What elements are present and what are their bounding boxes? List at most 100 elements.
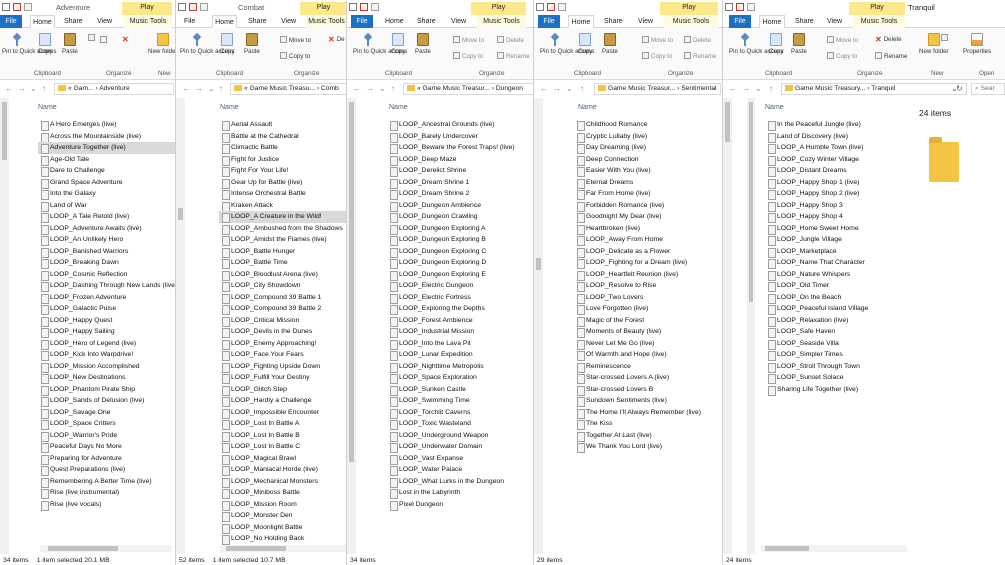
back-arrow-icon[interactable]: ← xyxy=(182,85,190,93)
nav-pane-scrollbar[interactable] xyxy=(176,98,185,554)
quick-access-toolbar[interactable] xyxy=(725,3,755,11)
tab-music-tools[interactable]: Music Tools xyxy=(477,15,526,28)
file-item[interactable]: LOOP_Miniboss Battle xyxy=(219,487,347,499)
file-item[interactable]: LOOP_Lunar Expedition xyxy=(387,349,534,361)
search-input[interactable]: ⌕ Sear xyxy=(971,83,1005,95)
file-item[interactable]: LOOP_Ancestral Grounds (live) xyxy=(387,119,534,131)
nav-pane-scrollbar[interactable] xyxy=(723,98,732,554)
address-bar[interactable]: Game Music Treasur... › Sentimental xyxy=(594,83,721,95)
file-item[interactable]: LOOP_Space Critters xyxy=(38,418,176,430)
file-item[interactable]: Deep Connection xyxy=(574,154,723,165)
pin-quick-access-button[interactable]: Pin to Quick access xyxy=(2,33,56,55)
file-item[interactable]: LOOP_Magical Brawl xyxy=(219,453,347,464)
file-item[interactable]: LOOP_Warrior's Pride xyxy=(38,430,176,441)
quick-access-toolbar[interactable] xyxy=(2,3,32,11)
file-item[interactable]: Goodnight My Dear (live) xyxy=(574,211,723,223)
nav-pane-scrollbar[interactable] xyxy=(0,98,9,554)
quick-access-toolbar[interactable] xyxy=(349,3,379,11)
file-item[interactable]: LOOP_Battle Hunger xyxy=(219,246,347,257)
copy-to-button[interactable]: Copy to xyxy=(453,52,483,61)
file-item[interactable]: Sundown Sentiments (live) xyxy=(574,395,723,407)
file-item[interactable]: LOOP_On the Beach xyxy=(765,292,915,303)
copy-to-button[interactable]: Copy to xyxy=(642,52,672,61)
file-item[interactable]: LOOP_Industrial Mission xyxy=(387,326,534,338)
file-item[interactable]: Land of War xyxy=(38,200,176,211)
copy-button[interactable]: Copy xyxy=(220,33,234,55)
file-item[interactable]: LOOP_Peaceful Island Village xyxy=(765,303,915,315)
file-item[interactable]: LOOP_Moonlight Battle xyxy=(219,522,347,533)
dropdown-icon[interactable]: ⌄ xyxy=(755,85,762,93)
file-item[interactable]: LOOP_Sunset Solace xyxy=(765,372,915,384)
file-item[interactable]: LOOP_Dungeon Exploring C xyxy=(387,246,534,257)
tab-share[interactable]: Share xyxy=(417,15,436,28)
file-item[interactable]: Far From Home (live) xyxy=(574,188,723,200)
file-item[interactable]: LOOP_No Holding Back xyxy=(219,533,347,545)
column-header-name[interactable]: Name xyxy=(765,101,784,115)
file-item[interactable]: Preparing for Adventure xyxy=(38,453,176,464)
file-item[interactable]: LOOP_Face Your Fears xyxy=(219,349,347,361)
tab-play[interactable]: Play xyxy=(849,2,905,15)
move-to-button[interactable]: Move to xyxy=(453,36,484,45)
file-item[interactable]: LOOP_Seaside Villa xyxy=(765,338,915,349)
move-to-button[interactable]: Move to xyxy=(827,36,858,45)
file-item[interactable]: LOOP_Banished Warriors xyxy=(38,246,176,257)
copy-to-button[interactable]: Copy to xyxy=(827,52,857,61)
file-item[interactable]: LOOP_Fighting for a Dream (live) xyxy=(574,257,723,269)
file-item[interactable]: LOOP_Name That Character xyxy=(765,257,915,269)
file-item[interactable]: LOOP_Dungeon Ambience xyxy=(387,200,534,211)
file-item[interactable]: LOOP_Cozy Winter Village xyxy=(765,154,915,165)
file-item[interactable]: LOOP_Monster Den xyxy=(219,510,347,522)
file-item[interactable]: Moments of Beauty (live) xyxy=(574,326,723,338)
copy-to-button[interactable]: Copy to xyxy=(280,52,310,61)
file-item[interactable]: LOOP_Dashing Through New Lands (live) xyxy=(38,280,176,292)
copy-button[interactable]: Copy xyxy=(38,33,52,55)
file-item[interactable]: LOOP_Marketplace xyxy=(765,246,915,257)
file-item[interactable]: LOOP_Vast Expanse xyxy=(387,453,534,464)
file-item[interactable]: LOOP_What Lurks in the Dungeon xyxy=(387,476,534,487)
tab-home[interactable]: Home xyxy=(385,15,404,28)
file-item[interactable]: Battle at the Cathedral xyxy=(219,131,347,142)
nav-pane-scrollbar[interactable] xyxy=(534,98,543,554)
properties-button[interactable]: Properties xyxy=(963,33,991,55)
file-item[interactable]: LOOP_Happy Shop 4 xyxy=(765,211,915,223)
file-item[interactable]: LOOP_Delicate as a Flower xyxy=(574,246,723,257)
file-item[interactable]: LOOP_Kick Into Warpdrive! xyxy=(38,349,176,361)
copy-button[interactable]: Copy xyxy=(769,33,783,55)
forward-arrow-icon[interactable]: → xyxy=(553,85,561,93)
column-header-name[interactable]: Name xyxy=(389,101,408,115)
rename-button[interactable]: Rename xyxy=(875,52,907,61)
file-item[interactable]: Gear Up for Battle (live) xyxy=(219,177,347,188)
paste-button[interactable]: Paste xyxy=(62,33,78,55)
file-item[interactable]: LOOP_Dungeon Crawling xyxy=(387,211,534,223)
address-bar[interactable]: Game Music Treasury... › Tranquil xyxy=(781,83,967,95)
column-header-name[interactable]: Name xyxy=(220,101,239,115)
file-item[interactable]: LOOP_Dream Shrine 2 xyxy=(387,188,534,200)
file-item[interactable]: LOOP_Happy Shop 2 (live) xyxy=(765,188,915,200)
file-item[interactable]: LOOP_Adventure Awaits (live) xyxy=(38,223,176,234)
file-item[interactable]: LOOP_Cosmic Reflection xyxy=(38,269,176,280)
file-item[interactable]: The Home I'll Always Remember (live) xyxy=(574,407,723,418)
horizontal-scrollbar[interactable] xyxy=(40,545,172,552)
file-item[interactable]: LOOP_Critical Mission xyxy=(219,315,347,326)
file-item[interactable]: LOOP_Maniacal Horde (live) xyxy=(219,464,347,476)
file-item[interactable]: Climactic Battle xyxy=(219,142,347,154)
file-item[interactable]: LOOP_A Tale Retold (live) xyxy=(38,211,176,223)
pin-quick-access-button[interactable]: Pin to Quick access xyxy=(180,33,234,55)
file-item[interactable]: Fight For Your Life! xyxy=(219,165,347,177)
file-item[interactable]: Easier With You (live) xyxy=(574,165,723,177)
forward-arrow-icon[interactable]: → xyxy=(366,85,374,93)
quick-access-toolbar[interactable] xyxy=(178,3,208,11)
tab-file[interactable]: File xyxy=(538,15,560,28)
file-item[interactable]: We Thank You Lord (live) xyxy=(574,441,723,453)
horizontal-scrollbar[interactable] xyxy=(220,545,347,552)
file-item[interactable]: Land of Discovery (live) xyxy=(765,131,915,142)
file-item[interactable]: LOOP_Forest Ambience xyxy=(387,315,534,326)
back-arrow-icon[interactable]: ← xyxy=(540,85,548,93)
file-item[interactable]: LOOP_Fighting Upside Down xyxy=(219,361,347,372)
file-item[interactable]: Age-Old Tale xyxy=(38,154,176,165)
dropdown-icon[interactable]: ⌄ xyxy=(30,85,37,93)
tab-home[interactable]: Home xyxy=(212,15,237,28)
forward-arrow-icon[interactable]: → xyxy=(195,85,203,93)
file-item[interactable]: Into the Galaxy xyxy=(38,188,176,200)
delete-button[interactable]: Delete xyxy=(684,36,711,45)
